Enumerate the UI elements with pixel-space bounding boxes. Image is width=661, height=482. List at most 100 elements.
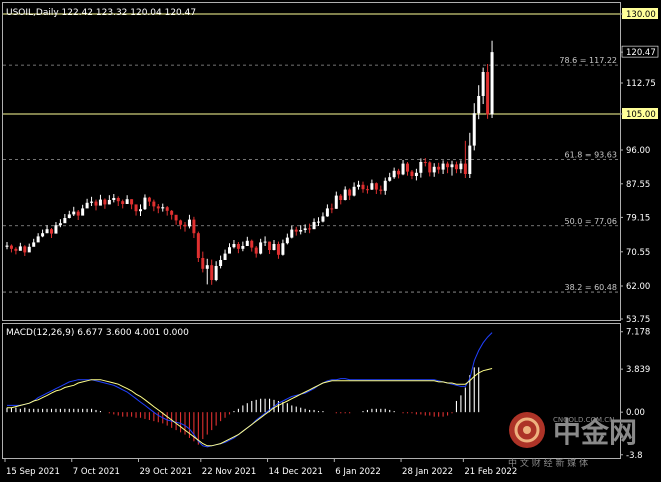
candle-body: [134, 204, 138, 212]
candle-body: [76, 211, 80, 216]
candle-body: [125, 199, 129, 204]
candle-body: [446, 163, 450, 168]
candle-body: [192, 219, 196, 234]
candle-body: [441, 163, 445, 170]
candle-body: [183, 224, 187, 227]
candle-body: [334, 195, 338, 209]
candle-body: [365, 189, 369, 191]
price-tick-label: 130.00: [626, 10, 656, 20]
candle-body: [103, 199, 107, 205]
candle-body: [285, 237, 289, 244]
fib-level-label: 78.6 = 117.22: [559, 56, 617, 65]
candle-body: [254, 247, 258, 254]
candle-body: [27, 246, 31, 253]
candle-body: [67, 214, 71, 218]
candle-body: [5, 245, 9, 247]
candle-body: [156, 206, 160, 209]
price-tick-label: 87.55: [626, 180, 650, 190]
candle-body: [161, 207, 165, 209]
candle-body: [152, 201, 156, 207]
candle-body: [383, 180, 387, 191]
candle-body: [232, 244, 236, 248]
candle-body: [317, 221, 320, 223]
candle-body: [14, 248, 18, 251]
candle-body: [250, 240, 254, 248]
candle-body: [18, 246, 22, 251]
candle-body: [388, 177, 392, 181]
price-tick-label: 79.15: [626, 213, 650, 223]
candle-body: [58, 223, 62, 226]
candle-body: [463, 163, 467, 174]
fib-level-label: 38.2 = 60.48: [564, 283, 617, 292]
watermark-domain: CNGOLD.COM.CN: [553, 416, 614, 424]
candle-body: [276, 244, 280, 255]
candle-body: [143, 197, 147, 210]
candle-body: [214, 266, 218, 280]
candle-body: [228, 247, 231, 254]
candle-body: [401, 163, 405, 175]
price-tick-label: 105.00: [626, 110, 656, 120]
date-tick-label: 28 Jan 2022: [402, 467, 453, 477]
candle-body: [481, 72, 485, 96]
candle-body: [352, 186, 356, 196]
candle-body: [432, 166, 436, 173]
macd-tick-label: -3.8: [626, 451, 643, 461]
candle-body: [454, 164, 458, 170]
candle-body: [361, 184, 365, 190]
candle-body: [348, 189, 352, 196]
candle-body: [259, 242, 263, 254]
candle-body: [294, 229, 298, 232]
date-tick-label: 14 Dec 2021: [269, 467, 323, 477]
candle-body: [272, 244, 276, 250]
candle-body: [139, 209, 142, 212]
candle-body: [312, 222, 316, 230]
candle-body: [205, 265, 209, 269]
candle-body: [299, 230, 303, 232]
price-tick-label: 70.55: [626, 248, 650, 258]
candle-body: [112, 198, 116, 200]
macd-label: MACD(12,26,9) 6.677 3.600 4.001 0.000: [6, 328, 189, 338]
candle-body: [236, 244, 240, 249]
candle-body: [174, 214, 178, 221]
candle-body: [281, 243, 285, 255]
candle-body: [50, 229, 53, 234]
candle-body: [419, 162, 423, 173]
macd-tick-label: 7.178: [626, 328, 650, 338]
candle-body: [72, 211, 76, 215]
candle-body: [147, 197, 151, 202]
candle-body: [107, 200, 111, 205]
candle-body: [9, 245, 13, 249]
candle-body: [210, 265, 214, 280]
candle-body: [370, 183, 374, 190]
candle-body: [179, 220, 183, 225]
candle-body: [241, 246, 245, 249]
candlestick-chart: 78.6 = 117.22 61.8 = 93.63 50.0 = 77.06 38.…: [0, 0, 661, 482]
candle-body: [321, 216, 325, 222]
candle-body: [406, 163, 409, 172]
price-tick-label: 112.75: [626, 79, 656, 89]
candle-body: [423, 162, 427, 163]
candle-body: [437, 166, 441, 170]
symbol-header: USOIL,Daily 122.42 123.32 120.04 120.47: [6, 8, 196, 18]
price-tick-label: 62.00: [626, 282, 650, 292]
candle-body: [81, 208, 85, 216]
price-tick-label: 96.00: [626, 146, 650, 156]
candle-body: [165, 207, 169, 211]
candle-body: [477, 96, 481, 114]
candle-body: [472, 113, 476, 146]
fib-level-label: 61.8 = 93.63: [564, 150, 617, 159]
candle-body: [45, 229, 49, 234]
candle-body: [343, 189, 347, 200]
candle-body: [94, 201, 98, 206]
candle-body: [468, 145, 472, 174]
candle-body: [392, 170, 396, 178]
candle-body: [36, 236, 40, 243]
candle-body: [130, 199, 134, 205]
candle-body: [23, 246, 27, 253]
price-tick-label: 120.47: [626, 48, 656, 58]
candle-body: [303, 228, 307, 230]
macd-tick-label: 3.839: [626, 365, 650, 375]
candle-body: [187, 219, 191, 227]
candle-body: [54, 225, 58, 234]
candle-body: [290, 229, 294, 238]
